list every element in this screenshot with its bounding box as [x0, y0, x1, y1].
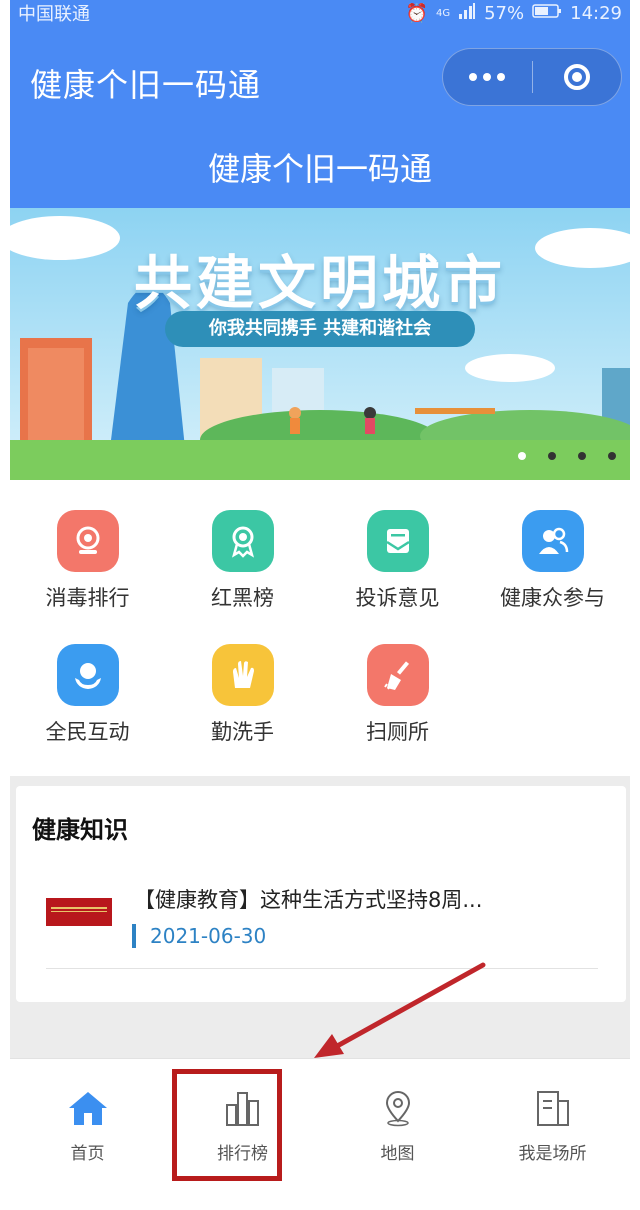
tab-map[interactable]: 地图 [320, 1089, 475, 1164]
grid-item-red-black-list[interactable]: 红黑榜 [165, 510, 320, 612]
tab-label: 地图 [380, 1144, 415, 1164]
news-date: 2021-06-30 [132, 924, 266, 948]
grid-item-label: 勤洗手 [211, 720, 274, 744]
mail-icon [366, 510, 429, 572]
grid-item-complaint[interactable]: 投诉意见 [320, 510, 475, 612]
battery-icon [532, 3, 562, 24]
divider [46, 968, 598, 969]
section-title: 健康知识 [32, 816, 128, 844]
app-title: 健康个旧一码通 [30, 66, 262, 104]
grid-item-label: 消毒排行 [45, 586, 130, 610]
tab-home[interactable]: 首页 [10, 1089, 165, 1164]
signal-icon [458, 2, 476, 24]
grid-item-wash-hands[interactable]: 勤洗手 [165, 644, 320, 746]
hands-icon [56, 644, 119, 706]
grid-item-clean-toilet[interactable]: 扫厕所 [320, 644, 475, 746]
carousel-dot[interactable] [518, 452, 526, 460]
status-right: ⏰ 4G 57% 14:29 [405, 2, 622, 24]
alarm-icon: ⏰ [405, 2, 428, 24]
carrier-label: 中国联通 [18, 4, 90, 25]
disinfect-icon [56, 510, 119, 572]
tab-label: 首页 [70, 1144, 105, 1164]
carousel-dot[interactable] [548, 452, 556, 460]
miniprogram-capsule [442, 48, 622, 106]
status-bar: 中国联通 ⏰ 4G 57% 14:29 [10, 0, 630, 26]
tab-label: 我是场所 [518, 1144, 587, 1164]
page-title: 健康个旧一码通 [207, 150, 432, 188]
grid-item-label: 健康众参与 [500, 586, 605, 610]
network-label: 4G [435, 7, 451, 19]
broom-icon [366, 644, 429, 706]
carousel-dot[interactable] [578, 452, 586, 460]
grid-item-label: 扫厕所 [366, 720, 429, 744]
banner-subtitle: 你我共同携手 共建和谐社会 [165, 311, 475, 347]
battery-label: 57% [484, 2, 525, 24]
grid-item-participate[interactable]: 健康众参与 [475, 510, 630, 612]
building-icon [536, 1091, 569, 1126]
carousel-dot[interactable] [608, 452, 616, 460]
award-icon [211, 510, 274, 572]
news-title[interactable]: 【健康教育】这种生活方式坚持8周... [134, 884, 482, 914]
health-knowledge-card: 健康知识 【健康教育】这种生活方式坚持8周... 2021-06-30 [16, 786, 626, 1002]
clap-icon [211, 644, 274, 706]
grid-item-label: 全民互动 [45, 720, 130, 744]
people-icon [521, 510, 584, 572]
carousel-dots [518, 452, 616, 460]
map-pin-icon [385, 1091, 410, 1127]
highlight-box [172, 1069, 282, 1181]
news-thumbnail[interactable] [46, 898, 112, 926]
bottom-tab-bar: 首页 排行榜 地图 我是场所 [10, 1058, 630, 1210]
grid-item-label: 投诉意见 [355, 586, 440, 610]
time-label: 14:29 [570, 2, 622, 24]
grid-item-disinfect-ranking[interactable]: 消毒排行 [10, 510, 165, 612]
app-header: 健康个旧一码通 健康个旧一码通 [10, 26, 630, 208]
phone-screen: 中国联通 ⏰ 4G 57% 14:29 健康个旧一码通 健康个旧一码通 共建文明… [10, 0, 630, 1210]
home-icon [68, 1092, 107, 1125]
banner-title: 共建文明城市 [133, 249, 506, 317]
close-target-icon[interactable] [533, 64, 622, 90]
more-icon[interactable] [443, 73, 532, 81]
banner-carousel[interactable]: 共建文明城市 你我共同携手 共建和谐社会 [10, 208, 630, 480]
grid-item-interaction[interactable]: 全民互动 [10, 644, 165, 746]
grid-item-label: 红黑榜 [211, 586, 274, 610]
tab-venue[interactable]: 我是场所 [475, 1089, 630, 1164]
